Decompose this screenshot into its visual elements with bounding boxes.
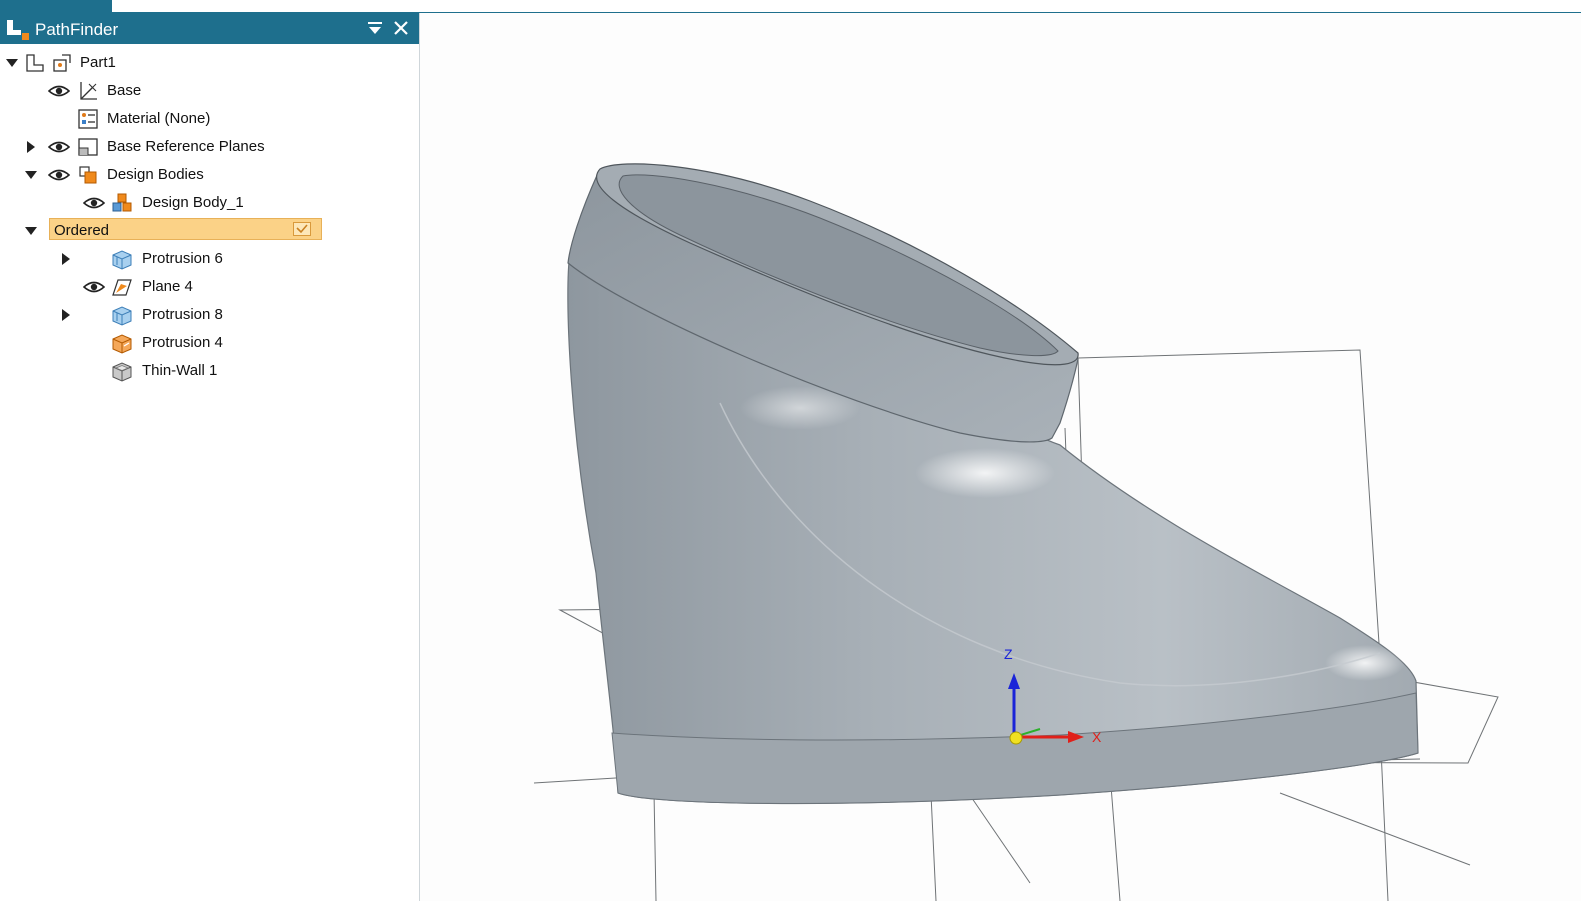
visibility-eye-icon[interactable]	[83, 196, 105, 210]
coordinate-system-icon	[80, 82, 97, 100]
dropdown-collapse-icon[interactable]	[366, 19, 384, 37]
protrusion-orange-icon	[112, 334, 132, 354]
plane-icon	[112, 279, 132, 296]
tree-item-material[interactable]: Material (None)	[0, 105, 419, 133]
tree-item-protrusion-4[interactable]: Protrusion 4	[0, 329, 419, 357]
visibility-eye-icon[interactable]	[48, 168, 70, 182]
part-icon	[26, 54, 44, 72]
visibility-eye-icon[interactable]	[48, 140, 70, 154]
expand-arrow-icon[interactable]	[25, 141, 37, 153]
visibility-eye-icon[interactable]	[83, 280, 105, 294]
pathfinder-panel: PathFinder Part1 Base Material (None) Ba…	[0, 13, 420, 901]
model-view[interactable]: Z X	[420, 13, 1581, 902]
tree-item-label: Ordered	[54, 222, 110, 239]
design-body-icon	[112, 193, 132, 212]
material-icon	[78, 109, 98, 129]
tree-item-label: Design Body_1	[142, 194, 244, 211]
tree-item-design-bodies[interactable]: Design Bodies	[0, 161, 419, 189]
expand-arrow-icon[interactable]	[60, 309, 72, 321]
protrusion-icon	[112, 306, 132, 326]
tree-item-label: Part1	[80, 54, 116, 71]
top-tab-strip	[0, 0, 1581, 13]
tree-item-base-reference-planes[interactable]: Base Reference Planes	[0, 133, 419, 161]
tree-item-label: Base Reference Planes	[107, 138, 265, 155]
pathfinder-logo-icon	[7, 20, 29, 40]
check-dropdown-icon[interactable]	[293, 222, 311, 236]
axis-x-label: X	[1092, 729, 1102, 745]
part-properties-icon	[53, 54, 71, 72]
tree-item-design-body-1[interactable]: Design Body_1	[0, 189, 419, 217]
expand-arrow-icon[interactable]	[60, 253, 72, 265]
visibility-eye-icon[interactable]	[48, 84, 70, 98]
tree-item-label: Thin-Wall 1	[142, 362, 218, 379]
tree-item-label: Protrusion 8	[142, 306, 223, 323]
tree-item-label: Plane 4	[142, 278, 193, 295]
collapse-arrow-icon[interactable]	[25, 169, 37, 181]
design-bodies-icon	[79, 166, 97, 184]
tree-item-part1[interactable]: Part1	[0, 49, 419, 77]
pathfinder-title: PathFinder	[35, 20, 119, 39]
tree-item-thin-wall-1[interactable]: Thin-Wall 1	[0, 357, 419, 385]
tree-item-label: Design Bodies	[107, 166, 204, 183]
protrusion-icon	[112, 250, 132, 270]
pathfinder-header: PathFinder	[0, 13, 419, 44]
document-tab[interactable]	[0, 0, 112, 12]
graphics-viewport[interactable]: Z X	[420, 13, 1581, 902]
tree-item-label: Protrusion 6	[142, 250, 223, 267]
reference-planes-icon	[78, 138, 98, 156]
tree-item-label: Base	[107, 82, 142, 99]
3d-part-body[interactable]	[567, 163, 1419, 805]
tree-item-ordered[interactable]: Ordered	[0, 217, 419, 245]
collapse-arrow-icon[interactable]	[6, 57, 18, 69]
tree-item-protrusion-8[interactable]: Protrusion 8	[0, 301, 419, 329]
tree-item-plane-4[interactable]: Plane 4	[0, 273, 419, 301]
tree-item-protrusion-6[interactable]: Protrusion 6	[0, 245, 419, 273]
thin-wall-icon	[112, 362, 132, 382]
tree-item-label: Material (None)	[107, 110, 211, 127]
collapse-arrow-icon[interactable]	[25, 225, 37, 237]
tree-item-base[interactable]: Base	[0, 77, 419, 105]
axis-z-label: Z	[1004, 646, 1013, 662]
tree-item-label: Protrusion 4	[142, 334, 223, 351]
close-icon[interactable]	[392, 19, 410, 37]
